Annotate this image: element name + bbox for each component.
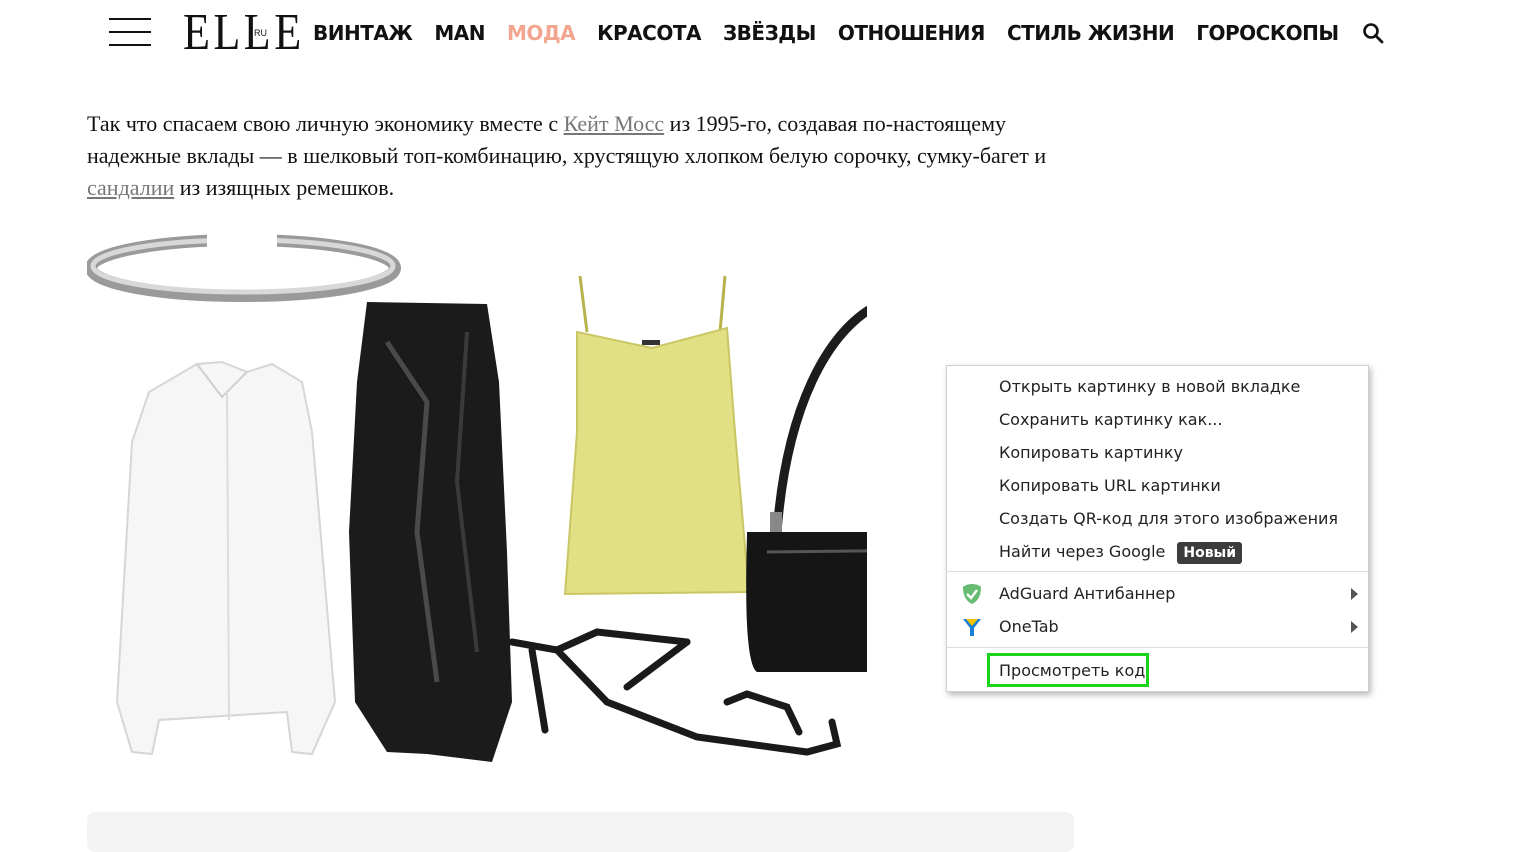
main-nav: ВИНТАЖ MAN МОДА КРАСОТА ЗВЁЗДЫ ОТНОШЕНИЯ… <box>313 20 1361 46</box>
search-icon[interactable] <box>1362 22 1384 44</box>
submenu-arrow-icon <box>1351 621 1358 633</box>
bangle-image <box>87 232 401 302</box>
nav-item-lifestyle[interactable]: СТИЛЬ ЖИЗНИ <box>1007 20 1175 46</box>
adguard-shield-icon <box>963 584 981 604</box>
menu-onetab[interactable]: OneTab <box>947 610 1368 643</box>
menu-divider <box>947 647 1368 648</box>
nav-item-relationships[interactable]: ОТНОШЕНИЯ <box>838 20 986 46</box>
black-handbag-image <box>746 305 867 672</box>
submenu-arrow-icon <box>1351 588 1358 600</box>
new-badge: Новый <box>1177 541 1243 564</box>
menu-search-google[interactable]: Найти через Google Новый <box>947 535 1368 568</box>
onetab-funnel-icon <box>963 619 981 636</box>
menu-copy-image[interactable]: Копировать картинку <box>947 436 1368 469</box>
nav-item-fashion[interactable]: МОДА <box>507 20 576 46</box>
menu-inspect[interactable]: Просмотреть код <box>947 654 1368 687</box>
fashion-collage-image[interactable] <box>87 232 867 762</box>
article-paragraph: Так что спасаем свою личную экономику вм… <box>87 111 1047 200</box>
link-sandals[interactable]: сандалии <box>87 175 174 200</box>
menu-copy-image-url[interactable]: Копировать URL картинки <box>947 469 1368 502</box>
menu-open-image-new-tab[interactable]: Открыть картинку в новой вкладке <box>947 370 1368 403</box>
nav-item-beauty[interactable]: КРАСОТА <box>597 20 701 46</box>
nav-item-vintage[interactable]: ВИНТАЖ <box>313 20 413 46</box>
menu-save-image-as[interactable]: Сохранить картинку как... <box>947 403 1368 436</box>
menu-create-qr-code[interactable]: Создать QR-код для этого изображения <box>947 502 1368 535</box>
elle-logo[interactable]: ELLE RU <box>183 7 326 59</box>
context-menu: Открыть картинку в новой вкладке Сохрани… <box>946 365 1369 692</box>
nav-item-man[interactable]: MAN <box>434 20 485 46</box>
black-skirt-image <box>349 302 512 762</box>
content-card <box>87 812 1074 852</box>
menu-divider <box>947 571 1368 572</box>
link-kate-moss[interactable]: Кейт Мосс <box>564 111 665 136</box>
nav-item-stars[interactable]: ЗВЁЗДЫ <box>723 20 816 46</box>
site-header: ELLE RU ВИНТАЖ MAN МОДА КРАСОТА ЗВЁЗДЫ О… <box>0 0 1516 68</box>
menu-hamburger-icon[interactable] <box>109 18 151 46</box>
menu-adguard[interactable]: AdGuard Антибаннер <box>947 577 1368 610</box>
silk-camisole-image <box>563 275 751 596</box>
white-shirt-image <box>115 360 337 756</box>
nav-item-horoscopes[interactable]: ГОРОСКОПЫ <box>1196 20 1339 46</box>
